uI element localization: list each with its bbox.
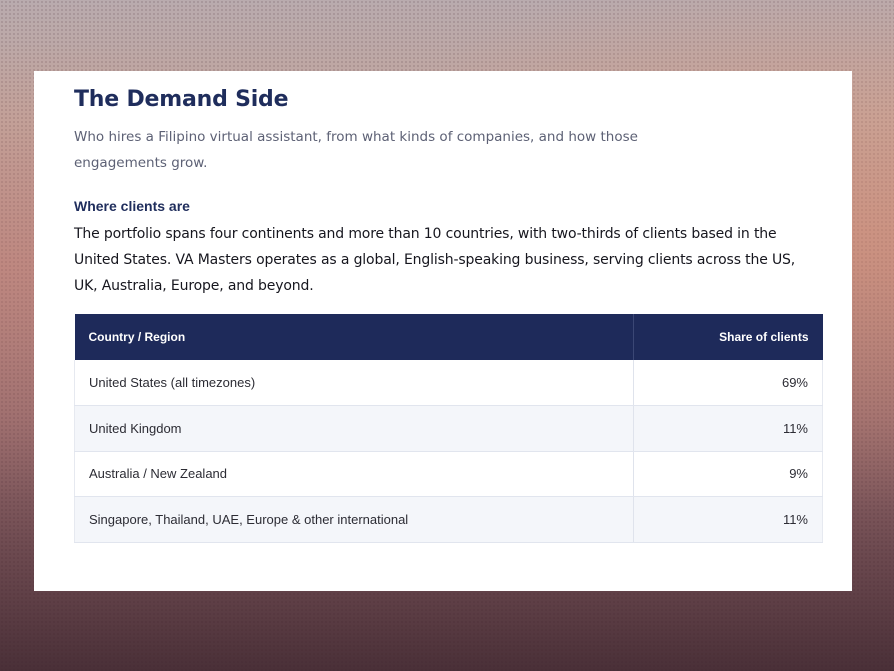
share-cell: 9% [632,451,824,497]
content-card: The Demand Side Who hires a Filipino vir… [34,71,852,591]
share-cell: 69% [632,360,824,406]
column-header-share: Share of clients [632,314,823,360]
region-cell: Australia / New Zealand [74,451,634,497]
section-heading: Where clients are [74,198,190,214]
region-cell: United Kingdom [74,405,634,452]
share-cell: 11% [632,496,824,543]
table-row: United States (all timezones) 69% [74,360,824,406]
column-header-region: Country / Region [74,314,634,360]
table-row: Australia / New Zealand 9% [74,451,824,497]
table-header-row: Country / Region Share of clients [74,314,823,360]
table-row: United Kingdom 11% [74,405,824,452]
table-row: Singapore, Thailand, UAE, Europe & other… [74,496,824,543]
client-share-table: Country / Region Share of clients United… [74,314,824,543]
share-cell: 11% [632,405,824,452]
region-cell: Singapore, Thailand, UAE, Europe & other… [74,496,634,543]
page-subtitle: Who hires a Filipino virtual assistant, … [74,129,638,171]
region-cell: United States (all timezones) [74,360,634,406]
page-title: The Demand Side [74,87,289,112]
section-body: The portfolio spans four continents and … [74,226,796,294]
